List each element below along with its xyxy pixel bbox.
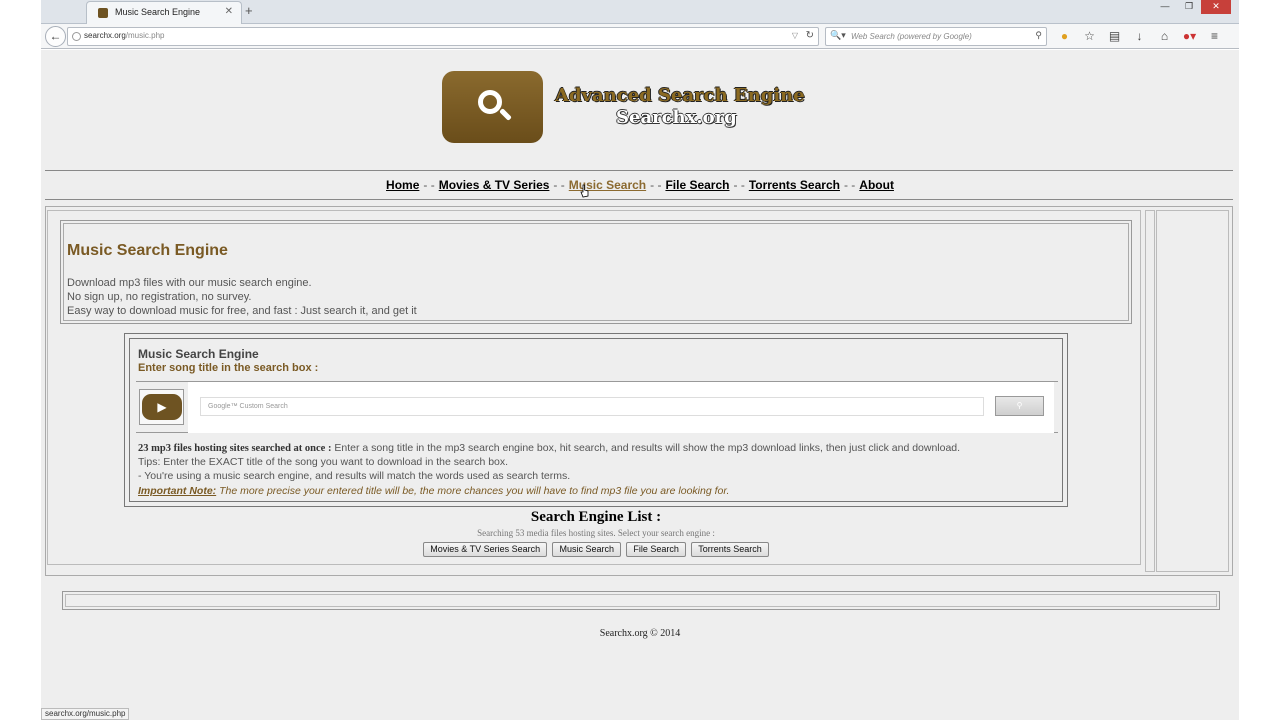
home-icon[interactable]: ⌂ <box>1156 28 1173 45</box>
download-icon[interactable]: ↓ <box>1131 28 1148 45</box>
copyright: Searchx.org © 2014 <box>599 628 681 639</box>
left-margin <box>0 0 41 720</box>
nav-movies-tv[interactable]: Movies & TV Series <box>439 178 550 192</box>
hand-cursor-icon <box>580 184 589 198</box>
search-go-icon[interactable]: ⚲ <box>1035 30 1042 41</box>
search-panel-title: Music Search Engine <box>138 347 259 361</box>
back-arrow-icon: ← <box>49 29 62 43</box>
toolbar-icons: ● ☆ ▤ ↓ ⌂ ●▾ ≡ <box>1056 28 1223 45</box>
important-note: Important Note: The more precise your en… <box>138 485 730 497</box>
status-bar: searchx.org/music.php <box>41 708 130 720</box>
magnifier-icon <box>478 90 502 114</box>
play-icon: ▶ <box>142 394 182 420</box>
adblock-icon[interactable]: ●▾ <box>1181 28 1198 45</box>
search-engine-icon[interactable]: 🔍▾ <box>830 30 846 41</box>
search-placeholder: Web Search (powered by Google) <box>851 32 972 41</box>
address-bar[interactable]: searchx.org/music.php ▽ ↻ <box>67 27 819 46</box>
web-page: Advanced Search Engine Searchx.org Home -… <box>41 50 1239 720</box>
play-button[interactable]: ▶ <box>139 389 184 425</box>
nav-file-search[interactable]: File Search <box>665 178 729 192</box>
minimize-button[interactable]: — <box>1153 0 1177 14</box>
menu-icon[interactable]: ≡ <box>1206 28 1223 45</box>
intro-line: Easy way to download music for free, and… <box>67 305 417 317</box>
search-panel-subtitle: Enter song title in the search box : <box>138 362 319 374</box>
divider <box>45 170 1233 171</box>
search-icon: ⚲ <box>1016 401 1023 410</box>
right-margin <box>1239 0 1280 720</box>
web-search-box[interactable]: 🔍▾ Web Search (powered by Google) ⚲ <box>825 27 1047 46</box>
navigation-toolbar: ← searchx.org/music.php ▽ ↻ 🔍▾ Web Searc… <box>41 24 1239 49</box>
nav-home[interactable]: Home <box>386 178 419 192</box>
logo-title: Advanced Search Engine <box>555 85 805 106</box>
music-search-button[interactable]: Music Search <box>552 542 621 557</box>
torrents-search-button[interactable]: Torrents Search <box>691 542 769 557</box>
file-search-button[interactable]: File Search <box>626 542 686 557</box>
restore-button[interactable]: ❐ <box>1177 0 1201 14</box>
intro-line: No sign up, no registration, no survey. <box>67 291 252 303</box>
search-input[interactable]: Google™ Custom Search <box>200 397 984 416</box>
reload-icon[interactable]: ↻ <box>806 30 814 41</box>
movies-tv-search-button[interactable]: Movies & TV Series Search <box>423 542 548 557</box>
tab-title: Music Search Engine <box>115 7 201 17</box>
bookmark-star-icon[interactable]: ☆ <box>1081 28 1098 45</box>
intro-box: Music Search Engine Download mp3 files w… <box>60 220 1132 324</box>
site-favicon-icon <box>98 8 108 18</box>
bookmarks-list-icon[interactable]: ▤ <box>1106 28 1123 45</box>
chevron-down-icon[interactable]: ▽ <box>792 31 798 40</box>
custom-search-widget: Google™ Custom Search ⚲ <box>188 382 1054 433</box>
page-title: Music Search Engine <box>67 242 228 259</box>
nav-about[interactable]: About <box>859 178 894 192</box>
engine-list-subtitle: Searching 53 media files hosting sites. … <box>477 528 715 538</box>
intro-line: Download mp3 files with our music search… <box>67 277 312 289</box>
search-row: ▶ Google™ Custom Search ⚲ <box>136 381 1058 433</box>
tab-strip: Music Search Engine ✕ + — ❐ ✕ <box>41 0 1239 24</box>
close-tab-icon[interactable]: ✕ <box>225 6 233 17</box>
divider <box>45 199 1233 200</box>
new-tab-button[interactable]: + <box>245 3 253 18</box>
url-text: searchx.org/music.php <box>84 31 165 40</box>
tab-music-search[interactable]: Music Search Engine ✕ <box>86 1 242 24</box>
site-logo[interactable] <box>442 71 543 143</box>
globe-icon <box>72 32 81 41</box>
search-input-placeholder: Google™ Custom Search <box>208 403 288 410</box>
logo-subtitle: Searchx.org <box>616 107 737 128</box>
music-search-panel: Music Search Engine Enter song title in … <box>124 333 1068 507</box>
close-window-button[interactable]: ✕ <box>1201 0 1231 14</box>
back-button[interactable]: ← <box>45 26 66 47</box>
addon-icon[interactable]: ● <box>1056 28 1073 45</box>
site-nav: Home - - Movies & TV Series - - Music Search… <box>386 178 894 192</box>
nav-torrents-search[interactable]: Torrents Search <box>749 178 840 192</box>
search-info: 23 mp3 files hosting sites searched at o… <box>138 442 961 454</box>
window-controls: — ❐ ✕ <box>1153 0 1231 14</box>
footer-bar <box>62 591 1220 610</box>
important-note-label[interactable]: Important Note: <box>138 485 216 497</box>
search-button[interactable]: ⚲ <box>995 396 1044 416</box>
engine-list-buttons: Movies & TV Series Search Music Search F… <box>41 541 1151 557</box>
search-tip: Tips: Enter the EXACT title of the song … <box>138 456 509 468</box>
search-tip: - You're using a music search engine, an… <box>138 470 571 482</box>
right-sidebar <box>1156 210 1229 572</box>
engine-list-title: Search Engine List : <box>530 509 662 525</box>
